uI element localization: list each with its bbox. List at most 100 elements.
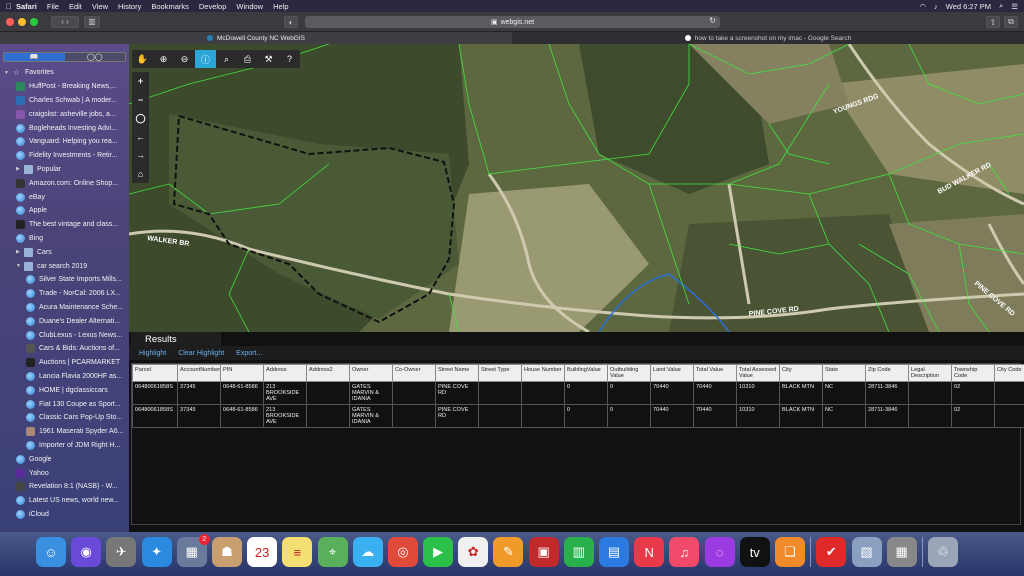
bookmark-item[interactable]: Revelation 8:1 (NASB) - W... [0,480,129,494]
column-header[interactable]: State [822,364,866,382]
zoom-out-button[interactable]: − [132,91,149,110]
facetime-icon[interactable]: ▶ [423,537,454,567]
help-icon[interactable]: ? [279,50,300,68]
clear-highlight-link[interactable]: Clear Highlight [178,350,224,357]
menu-file[interactable]: File [47,2,59,11]
bookmark-item[interactable]: Charles Schwab | A moder... [0,94,129,108]
chrome-icon[interactable]: ◎ [387,537,418,567]
bookmark-item[interactable]: The best vintage and class... [0,218,129,232]
launchpad-icon[interactable]: ✈ [106,537,137,567]
bookmark-item[interactable]: Lancia Flavia 2000HF as... [0,370,129,384]
bookmark-item[interactable]: Yahoo [0,466,129,480]
music-icon[interactable]: ♫ [669,537,700,567]
column-header[interactable]: Township Code [951,364,995,382]
column-header[interactable]: Land Value [650,364,694,382]
column-header[interactable]: Co-Owner [392,364,436,382]
trash-icon[interactable]: ♲ [928,537,959,567]
column-header[interactable]: Street Type [478,364,522,382]
privacy-shield-icon[interactable]: ◐ [284,16,298,28]
siri-icon[interactable]: ◉ [71,537,102,567]
messages-icon[interactable]: ☁ [352,537,383,567]
previous-extent-icon[interactable]: ← [132,128,149,147]
bookmark-item[interactable]: Latest US news, world new... [0,494,129,508]
column-header[interactable]: Address2 [306,364,350,382]
bookmark-item[interactable]: HOME | dgclassiccars [0,383,129,397]
menu-develop[interactable]: Develop [199,2,227,11]
disclosure-right-icon[interactable]: ▶ [16,249,22,255]
column-header[interactable]: House Number [521,364,565,382]
zoom-in-tool-icon[interactable]: ⊕ [153,50,174,68]
numbers-icon[interactable]: ▥ [563,537,594,567]
home-icon[interactable]: ⌂ [132,165,149,184]
export-link[interactable]: Export... [236,350,262,357]
tab-webgis[interactable]: McDowell County NC WebGIS [0,32,512,44]
bookmark-item[interactable]: Importer of JDM Right H... [0,439,129,453]
maps-icon[interactable]: ⌖ [317,537,348,567]
identify-info-icon[interactable]: ⓘ [195,50,216,68]
close-window-button[interactable] [6,17,14,26]
column-header[interactable]: Street Name [435,364,479,382]
safari-icon[interactable]: ✦ [141,537,172,567]
table-row[interactable]: 06480061858S 37345 0648-61-8586 213 BROOKSI… [132,381,1024,405]
map-view[interactable]: WALKER BR YOUNGS RDG BUD WALKER RD PINE … [129,44,1024,332]
table-row[interactable]: 06480061858S 37345 0648-61-8586 213 BROOKSI… [132,404,1024,428]
todo-icon[interactable]: ✔ [816,537,847,567]
pan-hand-icon[interactable]: ✋ [132,50,153,68]
news-icon[interactable]: N [634,537,665,567]
sidebar-toggle-button[interactable]: ▥ [84,15,100,28]
bookmark-item[interactable]: Fidelity Investments - Retir... [0,149,129,163]
podcasts-icon[interactable]: ◌ [704,537,735,567]
search-icon[interactable]: ⌕ [216,50,237,68]
zoom-window-button[interactable] [30,17,38,26]
photo-booth-icon[interactable]: ▣ [528,537,559,567]
bookmark-item[interactable]: iCloud [0,508,129,522]
share-button[interactable]: ⇧ [986,16,1000,28]
wifi-icon[interactable]: ◠ [919,2,926,11]
column-header[interactable]: Outbuilding Value [607,364,651,382]
menu-edit[interactable]: Edit [69,2,82,11]
column-header[interactable]: Legal Description [908,364,952,382]
back-forward-buttons[interactable]: ‹ › [51,15,79,28]
bookmark-item[interactable]: Silver State Imports Mills... [0,273,129,287]
column-header[interactable]: Owner [349,364,393,382]
bookmark-item[interactable]: Apple [0,204,129,218]
clock[interactable]: Wed 6:27 PM [946,2,991,11]
preview-icon[interactable]: ▧ [851,537,882,567]
bookmark-item[interactable]: ▼ ☆ Favorites [0,66,129,80]
column-header[interactable]: Zip Code [865,364,909,382]
pages-icon[interactable]: ✎ [493,537,524,567]
bookmark-item[interactable]: eBay [0,190,129,204]
zoom-out-tool-icon[interactable]: ⊖ [174,50,195,68]
column-header[interactable]: Parcel [132,364,178,382]
next-extent-icon[interactable]: → [132,146,149,165]
bookmark-item[interactable]: HuffPost - Breaking News,... [0,80,129,94]
bookmark-item[interactable]: Amazon.com: Online Shop... [0,176,129,190]
bookmark-item[interactable]: ClubLexus - Lexus News... [0,328,129,342]
control-center-icon[interactable]: ☰ [1011,2,1018,11]
contacts-icon[interactable]: ☗ [211,537,242,567]
reading-list-tab-icon[interactable]: ◯◯ [64,53,125,61]
bookmark-item[interactable]: Fiat 130 Coupe as Sport... [0,397,129,411]
column-header[interactable]: City Code [994,364,1024,382]
bookmark-item[interactable]: Auctions | PCARMARKET [0,356,129,370]
calendar-icon[interactable]: 23 [247,537,278,567]
column-header[interactable]: City [779,364,823,382]
address-bar[interactable]: ▣ webgis.net ↻ [305,16,720,28]
photos-icon[interactable]: ✿ [458,537,489,567]
notes-icon[interactable]: ≡ [282,537,313,567]
menu-bookmarks[interactable]: Bookmarks [151,2,189,11]
bookmark-item[interactable]: Trade - NorCal: 2006 LX... [0,287,129,301]
bookmark-item[interactable]: Google [0,452,129,466]
spotlight-icon[interactable]: ⌕ [999,1,1003,11]
zoom-in-button[interactable]: + [132,72,149,91]
disclosure-down-icon[interactable]: ▼ [16,263,22,269]
column-header[interactable]: Address [263,364,307,382]
tools-wrench-icon[interactable]: ⚒ [258,50,279,68]
tab-google-search[interactable]: how to take a screenshot on my imac - Go… [512,32,1024,44]
bookmark-item[interactable]: Acura Maintenance Sche... [0,301,129,315]
menu-window[interactable]: Window [236,2,263,11]
menu-view[interactable]: View [92,2,108,11]
reload-icon[interactable]: ↻ [709,16,716,25]
finder-icon[interactable]: ☺ [36,537,66,567]
volume-icon[interactable]: ♪ [934,2,938,11]
